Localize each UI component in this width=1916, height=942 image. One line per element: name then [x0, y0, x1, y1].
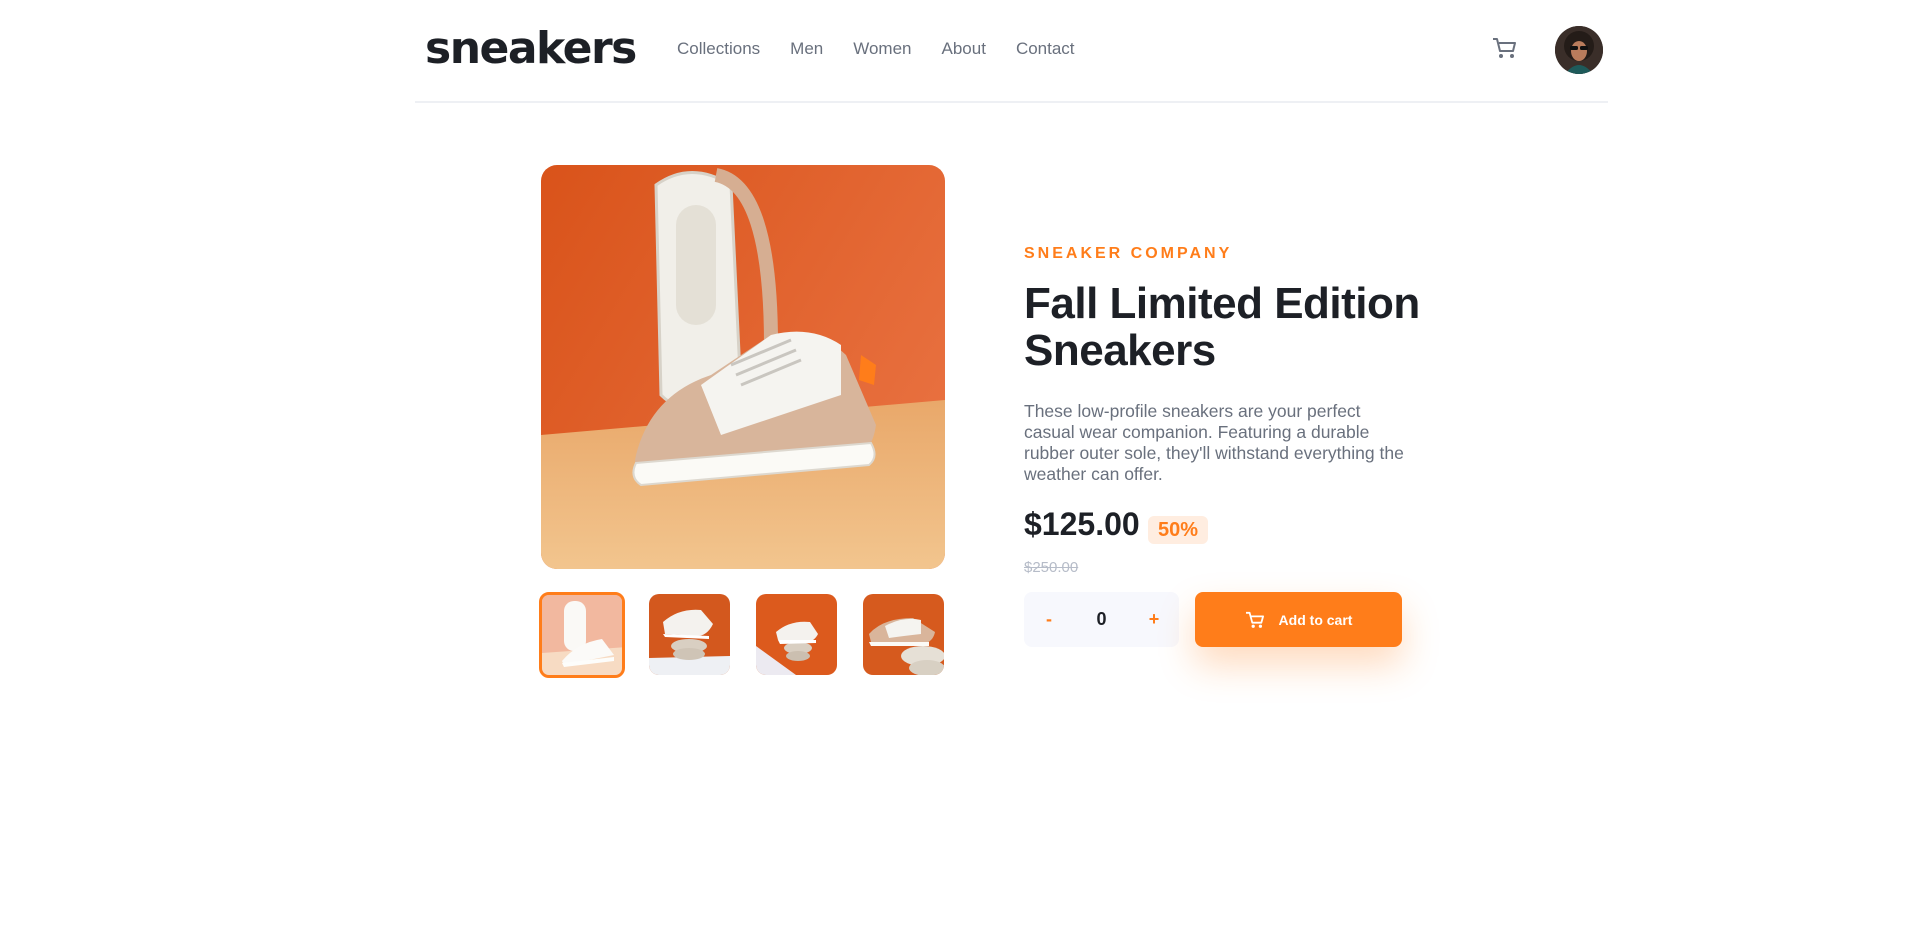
nav-collections[interactable]: Collections — [677, 38, 760, 60]
thumbnail-4[interactable] — [863, 594, 944, 675]
current-price: $125.00 — [1024, 506, 1140, 542]
add-to-cart-label: Add to cart — [1278, 611, 1353, 628]
product-main-image[interactable] — [541, 165, 945, 569]
thumbnail-3-image — [756, 594, 837, 675]
nav-about[interactable]: About — [942, 38, 986, 60]
main-nav: Collections Men Women About Contact — [677, 38, 1105, 60]
thumbnail-1[interactable] — [539, 592, 625, 678]
company-name: SNEAKER COMPANY — [1024, 245, 1233, 262]
cart-button[interactable] — [1491, 36, 1519, 62]
thumbnail-4-image — [863, 594, 944, 675]
discount-badge: 50% — [1148, 516, 1209, 544]
decrease-quantity-button[interactable]: - — [1024, 592, 1074, 647]
thumbnail-1-image — [542, 595, 622, 675]
avatar-image — [1555, 26, 1603, 74]
quantity-value: 0 — [1096, 609, 1107, 629]
logo[interactable]: sneakers — [425, 20, 637, 78]
nav-women[interactable]: Women — [853, 38, 911, 60]
user-avatar[interactable] — [1555, 26, 1603, 74]
thumbnail-2-image — [649, 594, 730, 675]
thumbnail-2[interactable] — [649, 594, 730, 675]
quantity-stepper: - 0 + — [1024, 592, 1179, 647]
product-description: These low-profile sneakers are your perf… — [1024, 401, 1404, 484]
cart-icon — [1245, 611, 1264, 628]
nav-contact[interactable]: Contact — [1016, 38, 1075, 60]
product-title: Fall Limited Edition Sneakers — [1024, 279, 1420, 375]
site-header: sneakers Collections Men Women About Con… — [415, 0, 1608, 103]
increase-quantity-button[interactable]: + — [1129, 592, 1179, 647]
sneaker-photo — [541, 165, 945, 569]
add-to-cart-button[interactable]: Add to cart — [1195, 592, 1402, 647]
thumbnail-3[interactable] — [756, 594, 837, 675]
nav-men[interactable]: Men — [790, 38, 823, 60]
cart-icon — [1493, 38, 1516, 58]
original-price: $250.00 — [1024, 559, 1079, 576]
